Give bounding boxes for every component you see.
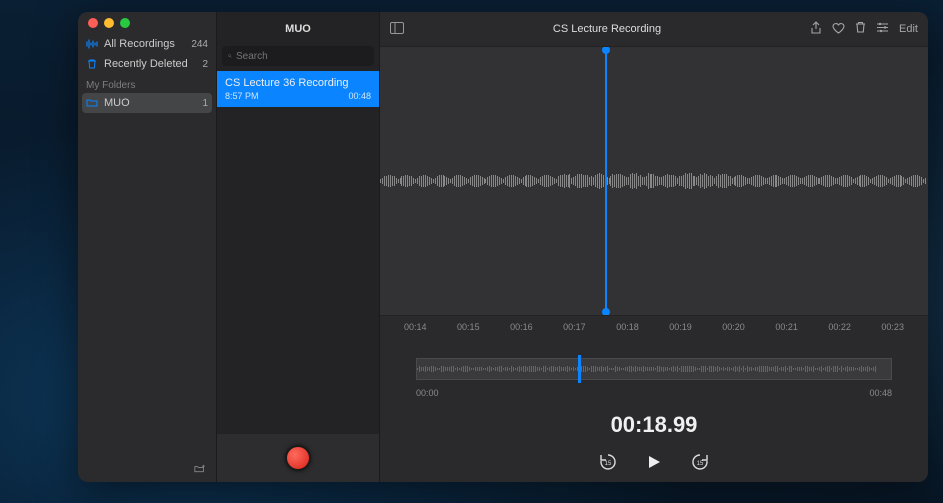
options-icon[interactable]: [876, 22, 889, 36]
timeline-tick: 00:15: [457, 322, 480, 340]
folder-icon: [86, 97, 98, 109]
timeline-tick: 00:21: [775, 322, 798, 340]
sidebar-all-recordings[interactable]: All Recordings 244: [78, 34, 216, 54]
sidebar-deleted-count: 2: [202, 59, 208, 70]
share-icon[interactable]: [810, 21, 822, 38]
sidebar: All Recordings 244 Recently Deleted 2 My…: [78, 12, 216, 482]
edit-button[interactable]: Edit: [899, 23, 918, 35]
scrub-end-label: 00:48: [869, 388, 892, 398]
sidebar-recently-deleted[interactable]: Recently Deleted 2: [78, 54, 216, 74]
play-button[interactable]: [644, 452, 664, 472]
main-pane: CS Lecture Recording Edit 00:1400:1500:1…: [380, 12, 928, 482]
timeline-tick-labels: 00:14 00:15 00:16 00:17 00:18 00:19 00:20 00:21…: [380, 316, 928, 340]
zoom-window-button[interactable]: [120, 18, 130, 28]
sidebar-folder-label: MUO: [104, 97, 130, 109]
recording-time: 8:57 PM: [225, 91, 259, 101]
sidebar-toggle-icon[interactable]: [390, 22, 404, 37]
search-input[interactable]: [236, 51, 368, 62]
timeline-tick: 00:16: [510, 322, 533, 340]
waveform-icon: [86, 38, 98, 50]
overview-scrubber[interactable]: [416, 358, 892, 380]
toolbar: CS Lecture Recording Edit: [380, 12, 928, 46]
search-icon: [228, 50, 232, 62]
record-button[interactable]: [285, 445, 311, 471]
waveform-center: [380, 169, 928, 193]
recordings-list-pane: MUO CS Lecture 36 Recording 8:57 PM 00:4…: [216, 12, 380, 482]
timeline-tick: 00:18: [616, 322, 639, 340]
search-field[interactable]: [222, 46, 374, 66]
overview-playhead[interactable]: [578, 355, 581, 383]
timeline-tick: 00:20: [722, 322, 745, 340]
sidebar-folder-count: 1: [202, 98, 208, 109]
new-folder-icon[interactable]: [194, 463, 206, 475]
timeline-tick: 00:17: [563, 322, 586, 340]
skip-forward-button[interactable]: 15: [690, 452, 710, 472]
window-title: CS Lecture Recording: [414, 23, 800, 35]
close-window-button[interactable]: [88, 18, 98, 28]
sidebar-folders-header: My Folders: [78, 74, 216, 93]
timeline-tick: 00:19: [669, 322, 692, 340]
waveform-display[interactable]: [380, 46, 928, 316]
recording-duration: 00:48: [348, 91, 371, 101]
record-bar: [217, 434, 379, 482]
favorite-icon[interactable]: [832, 22, 845, 37]
window-traffic-lights: [78, 12, 216, 34]
trash-toolbar-icon[interactable]: [855, 21, 866, 37]
playback-controls: 15 15: [380, 452, 928, 472]
sidebar-all-label: All Recordings: [104, 38, 175, 50]
recordings-folder-title: MUO: [217, 12, 379, 46]
timeline-tick: 00:23: [881, 322, 904, 340]
playhead[interactable]: [605, 47, 607, 315]
sidebar-folder-muo[interactable]: MUO 1: [82, 93, 212, 113]
recording-item[interactable]: CS Lecture 36 Recording 8:57 PM 00:48: [217, 71, 379, 107]
skip-back-button[interactable]: 15: [598, 452, 618, 472]
sidebar-all-count: 244: [191, 39, 208, 50]
recording-title: CS Lecture 36 Recording: [225, 77, 371, 89]
svg-text:15: 15: [697, 461, 704, 467]
voice-memos-window: All Recordings 244 Recently Deleted 2 My…: [78, 12, 928, 482]
svg-text:15: 15: [605, 461, 612, 467]
sidebar-footer: [78, 456, 216, 482]
timeline-tick: 00:22: [828, 322, 851, 340]
timeline-tick: 00:14: [404, 322, 427, 340]
sidebar-deleted-label: Recently Deleted: [104, 58, 188, 70]
current-time-display: 00:18.99: [380, 412, 928, 438]
overview-waveform: [417, 365, 891, 373]
trash-icon: [86, 58, 98, 70]
scrub-start-label: 00:00: [416, 388, 439, 398]
minimize-window-button[interactable]: [104, 18, 114, 28]
